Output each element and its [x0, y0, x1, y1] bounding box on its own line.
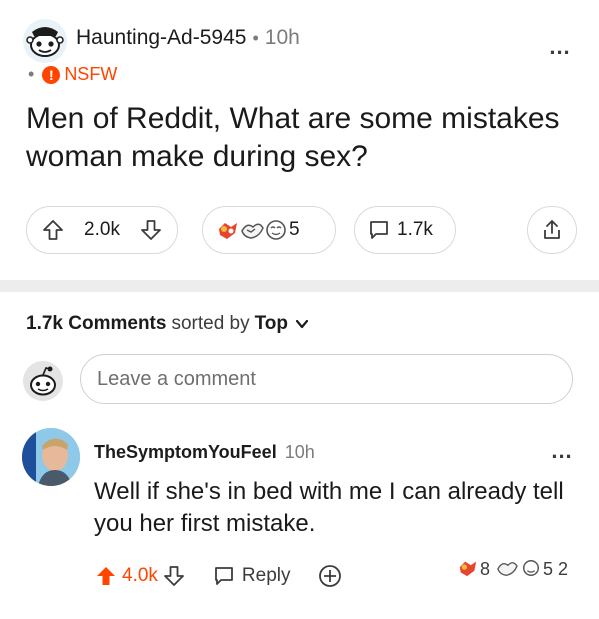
post-age: 10h	[264, 26, 300, 49]
nsfw-bullet: •	[28, 64, 35, 84]
award-count-3: 5	[542, 558, 553, 579]
silly-award-icon	[495, 558, 518, 580]
chevron-down-icon[interactable]	[294, 316, 310, 332]
nsfw-warning-icon: !	[42, 65, 61, 84]
sorted-by-label: sorted by	[171, 313, 250, 334]
reply-button[interactable]: Reply	[212, 564, 291, 588]
helpful-award-icon	[519, 558, 541, 580]
snoo-avatar-icon	[23, 19, 67, 63]
comment-awards[interactable]: 8 5 2	[456, 558, 571, 580]
comment-sort-bar: 1.7k Comments sorted by Top	[26, 313, 310, 335]
nsfw-label: NSFW	[64, 64, 118, 84]
nsfw-tag: • ! NSFW	[28, 64, 117, 85]
award-count: 5	[289, 219, 300, 240]
awards-pill[interactable]: 5	[202, 206, 336, 254]
profile-photo-icon	[22, 428, 80, 486]
helpful-award-icon	[263, 219, 286, 241]
sort-dropdown[interactable]: Top	[255, 313, 288, 335]
comments-total: 1.7k Comments	[26, 313, 167, 334]
downvote-arrow-icon[interactable]	[139, 218, 163, 242]
upvote-arrow-icon[interactable]	[41, 218, 65, 242]
snoo-avatar-icon	[23, 361, 63, 401]
comment-vote: 4.0k	[94, 564, 158, 588]
op-avatar[interactable]	[22, 18, 68, 64]
silly-award-icon	[239, 219, 264, 241]
post-action-bar: 2.0k 5 1.7k	[26, 206, 577, 256]
comments-pill[interactable]: 1.7k	[354, 206, 456, 254]
award-count-1: 8	[479, 558, 490, 579]
comment-item: TheSymptomYouFeel 10h ... Well if she's i…	[22, 422, 577, 602]
comment-meta: TheSymptomYouFeel 10h	[94, 442, 315, 463]
comment-author[interactable]: TheSymptomYouFeel	[94, 442, 277, 462]
share-icon	[540, 218, 564, 242]
comment-bubble-icon	[212, 564, 236, 588]
add-award-icon[interactable]	[317, 563, 343, 589]
comment-age: 10h	[284, 442, 315, 462]
post-card: Haunting-Ad-5945 • 10h • ! NSFW ... Men of…	[0, 0, 599, 280]
award-count-4: 2	[557, 558, 568, 579]
comment-body: Well if she's in bed with me I can alrea…	[94, 478, 564, 537]
comment-more-button[interactable]: ...	[547, 440, 577, 466]
downvote-arrow-icon[interactable]	[162, 564, 186, 588]
comment-composer: Leave a comment	[22, 354, 573, 404]
section-divider	[0, 280, 599, 292]
wholesome-award-icon	[456, 558, 478, 580]
post-more-button[interactable]: ...	[545, 36, 575, 62]
reply-label: Reply	[241, 565, 291, 586]
comment-bubble-icon	[367, 218, 391, 242]
post-header: Haunting-Ad-5945 • 10h • ! NSFW ...	[22, 18, 579, 84]
leave-comment-input[interactable]: Leave a comment	[80, 354, 573, 404]
wholesome-award-icon	[215, 219, 237, 241]
post-title[interactable]: Men of Reddit, What are some mistakes wo…	[26, 100, 586, 176]
meta-separator: •	[252, 28, 259, 48]
post-score: 2.0k	[84, 219, 120, 240]
post-author[interactable]: Haunting-Ad-5945	[76, 26, 246, 49]
user-avatar[interactable]	[22, 360, 64, 402]
comment-score: 4.0k	[122, 565, 158, 586]
commenter-avatar[interactable]	[22, 428, 80, 486]
post-meta: Haunting-Ad-5945 • 10h	[76, 26, 300, 50]
comment-count: 1.7k	[397, 219, 433, 240]
vote-pill: 2.0k	[26, 206, 178, 254]
share-button[interactable]	[527, 206, 577, 254]
upvote-filled-icon[interactable]	[94, 564, 118, 588]
